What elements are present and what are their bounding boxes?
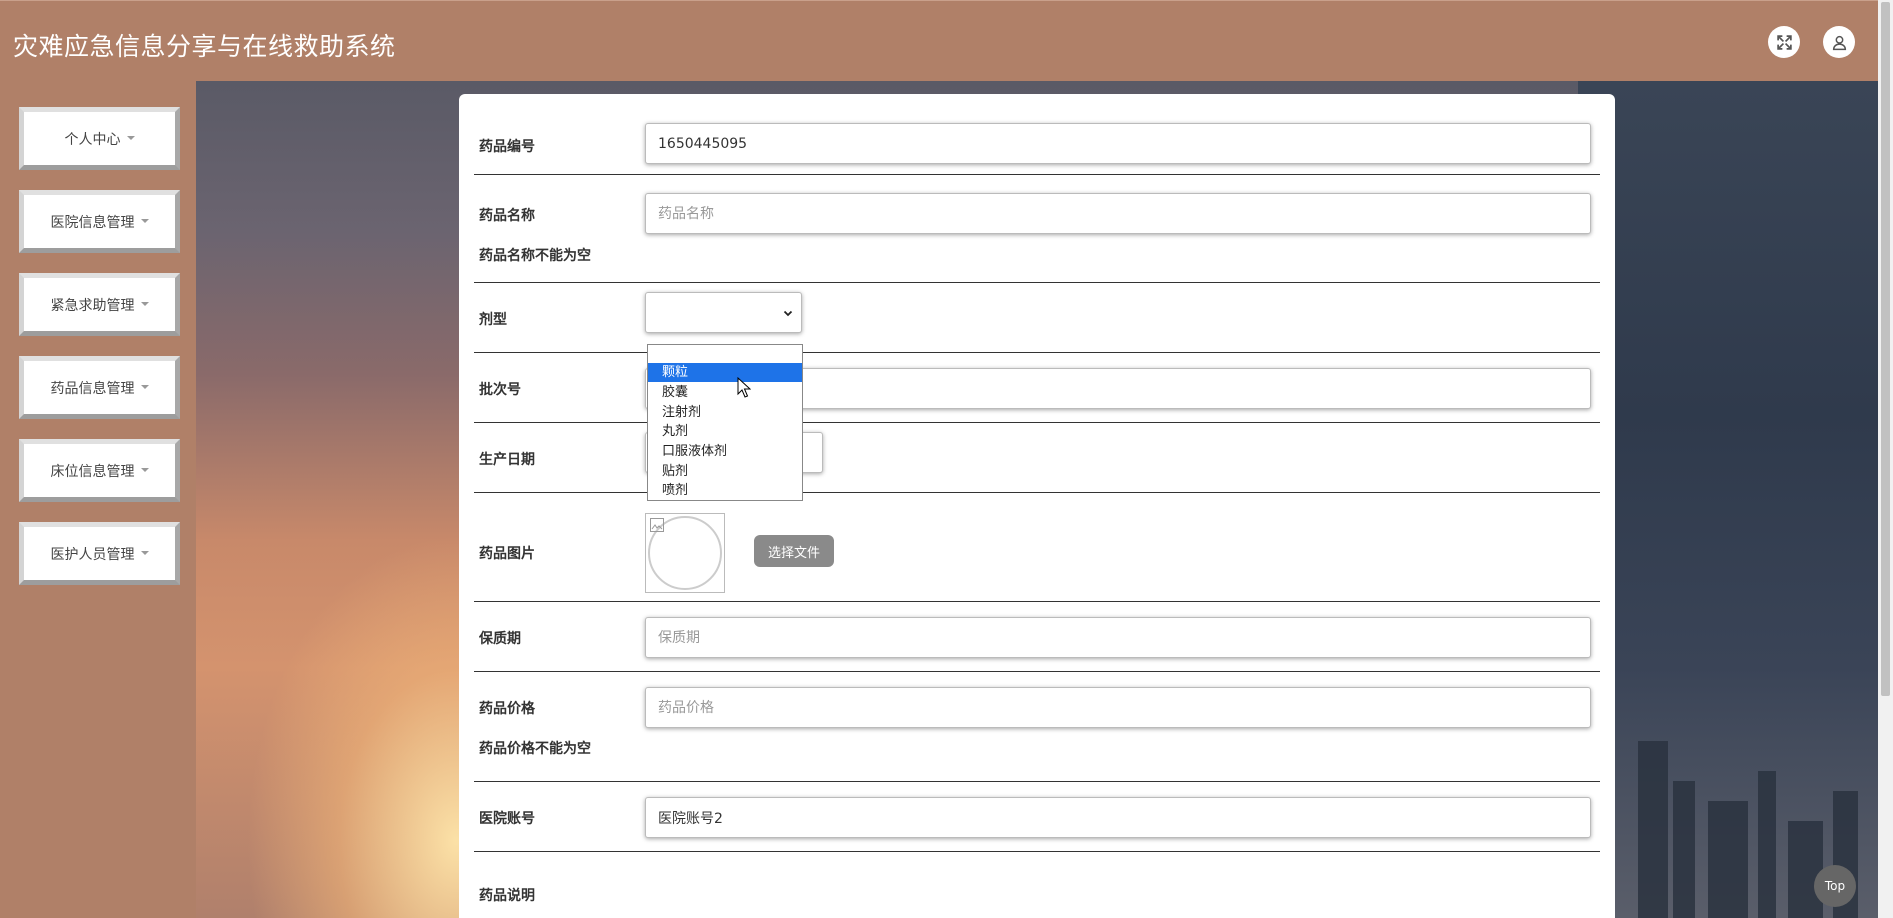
fullscreen-icon — [1776, 34, 1792, 50]
choose-file-button[interactable]: 选择文件 — [754, 535, 834, 567]
form-row-production-date: 生产日期 — [474, 423, 1600, 493]
form-row-drug-image: 药品图片 选择文件 — [474, 493, 1600, 602]
dosage-option-injection[interactable]: 注射剂 — [648, 403, 802, 422]
caret-down-icon — [140, 550, 149, 555]
sidebar-item-bed-info[interactable]: 床位信息管理 — [19, 439, 180, 502]
hospital-account-label: 医院账号 — [479, 811, 535, 827]
dosage-form-label: 剂型 — [479, 312, 507, 328]
dosage-option-empty[interactable] — [648, 345, 802, 364]
drug-no-label: 药品编号 — [479, 139, 535, 155]
drug-price-error: 药品价格不能为空 — [479, 741, 591, 757]
drug-price-input[interactable] — [645, 687, 1591, 728]
hospital-account-input[interactable] — [645, 797, 1591, 838]
sidebar-item-hospital-info[interactable]: 医院信息管理 — [19, 190, 180, 253]
drug-price-label: 药品价格 — [479, 701, 535, 717]
sidebar-item-label: 医院信息管理 — [50, 214, 135, 231]
batch-no-label: 批次号 — [479, 382, 521, 398]
page-scrollbar[interactable] — [1878, 0, 1893, 918]
drug-name-label: 药品名称 — [479, 208, 535, 224]
dosage-option-patch[interactable]: 贴剂 — [648, 462, 802, 481]
back-to-top-button[interactable]: Top — [1814, 865, 1856, 907]
dosage-option-oral-liquid[interactable]: 口服液体剂 — [648, 442, 802, 461]
sidebar-item-personal-center[interactable]: 个人中心 — [19, 107, 180, 170]
drug-name-input[interactable] — [645, 193, 1591, 234]
drug-form-card: 药品编号 药品名称 药品名称不能为空 剂型 批次号 生产日期 药品图片 — [459, 94, 1615, 918]
production-date-label: 生产日期 — [479, 452, 535, 468]
sidebar-item-label: 医护人员管理 — [50, 546, 135, 563]
app-header: 灾难应急信息分享与在线救助系统 — [0, 0, 1878, 81]
scrollbar-thumb[interactable] — [1881, 2, 1890, 696]
sidebar-item-drug-info[interactable]: 药品信息管理 — [19, 356, 180, 419]
sidebar-item-label: 床位信息管理 — [50, 463, 135, 480]
dosage-option-granule[interactable]: 颗粒 — [648, 363, 802, 382]
sidebar: 个人中心 医院信息管理 紧急求助管理 药品信息管理 床位信息管理 医护人员管理 — [0, 81, 196, 918]
caret-down-icon — [140, 384, 149, 389]
drug-description-label: 药品说明 — [479, 888, 535, 904]
sidebar-item-label: 个人中心 — [64, 131, 121, 148]
caret-down-icon — [140, 467, 149, 472]
broken-image-icon — [650, 518, 664, 532]
shelf-life-label: 保质期 — [479, 631, 521, 647]
drug-image-preview — [645, 513, 725, 593]
caret-down-icon — [126, 135, 135, 140]
city-skyline — [1578, 81, 1878, 918]
sidebar-item-emergency-help[interactable]: 紧急求助管理 — [19, 273, 180, 336]
drug-image-label: 药品图片 — [479, 546, 535, 562]
chevron-down-icon — [783, 310, 793, 317]
form-row-batch-no: 批次号 — [474, 353, 1600, 423]
dosage-option-spray[interactable]: 喷剂 — [648, 481, 802, 500]
caret-down-icon — [140, 218, 149, 223]
form-row-dosage-form: 剂型 — [474, 283, 1600, 353]
drug-name-error: 药品名称不能为空 — [479, 248, 591, 264]
sidebar-item-medical-staff[interactable]: 医护人员管理 — [19, 522, 180, 585]
form-row-hospital-account: 医院账号 — [474, 782, 1600, 852]
sidebar-item-label: 药品信息管理 — [50, 380, 135, 397]
fullscreen-button[interactable] — [1768, 26, 1800, 58]
form-row-drug-name: 药品名称 药品名称不能为空 — [474, 175, 1600, 283]
dosage-form-dropdown: 颗粒 胶囊 注射剂 丸剂 口服液体剂 贴剂 喷剂 — [647, 344, 803, 501]
form-row-drug-price: 药品价格 药品价格不能为空 — [474, 672, 1600, 782]
drug-no-input[interactable] — [645, 123, 1591, 164]
dosage-option-capsule[interactable]: 胶囊 — [648, 383, 802, 402]
caret-down-icon — [140, 301, 149, 306]
user-icon — [1832, 35, 1846, 50]
sidebar-item-label: 紧急求助管理 — [50, 297, 135, 314]
app-title: 灾难应急信息分享与在线救助系统 — [13, 32, 396, 61]
dosage-option-pill[interactable]: 丸剂 — [648, 422, 802, 441]
form-row-drug-no: 药品编号 — [474, 94, 1600, 175]
mouse-cursor-icon — [737, 377, 751, 398]
form-row-shelf-life: 保质期 — [474, 602, 1600, 672]
user-button[interactable] — [1823, 26, 1855, 58]
shelf-life-input[interactable] — [645, 617, 1591, 658]
dosage-form-select[interactable] — [645, 292, 802, 333]
